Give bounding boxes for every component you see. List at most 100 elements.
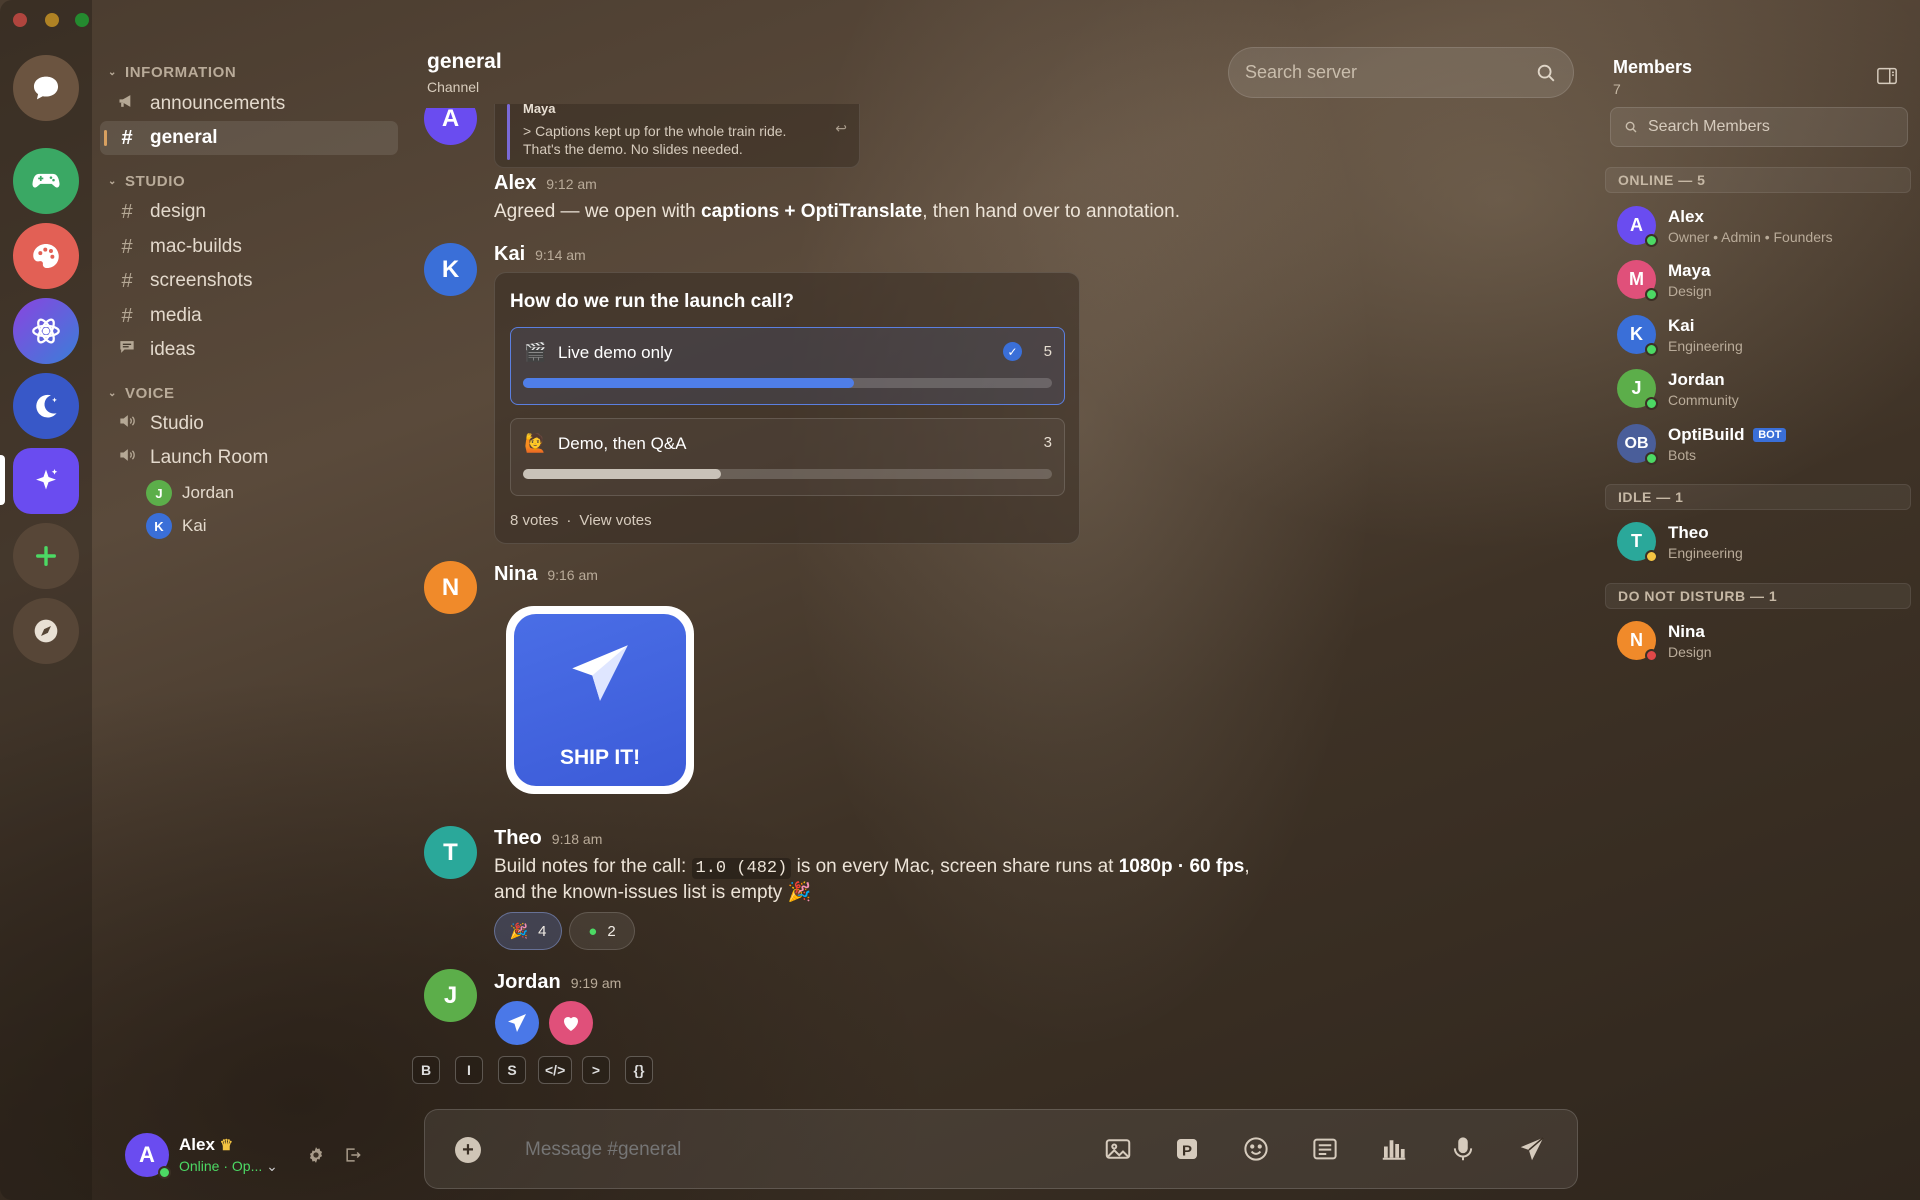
category-studio[interactable]: ⌄ STUDIO [108,173,185,190]
emoji-icon[interactable] [1241,1134,1271,1164]
add-server-button[interactable] [13,523,79,589]
voice-user-jordan[interactable]: J Jordan [146,480,234,506]
forum-icon [112,337,142,363]
member-jordan[interactable]: J Jordan Community [1617,369,1739,410]
user-panel[interactable]: A Alex ♛ Online · Op... ⌄ [125,1133,278,1179]
hash-icon: # [121,126,133,149]
member-optibuild[interactable]: OB OptiBuild BOT Bots [1617,424,1787,465]
member-nina[interactable]: N Nina Design [1617,621,1712,662]
reaction-green[interactable]: ● 2 [569,912,635,950]
search-members-input[interactable]: Search Members [1610,107,1908,147]
channel-ideas[interactable]: ideas [100,333,398,367]
status-idle-dot [1645,550,1658,563]
avatar: T [1617,522,1658,563]
group-dnd: DO NOT DISTURB — 1 [1605,583,1911,609]
chevron-down-icon: ⌄ [108,176,117,187]
logout-button[interactable] [343,1145,363,1170]
member-maya[interactable]: M Maya Design [1617,260,1712,301]
channel-mac-builds[interactable]: # mac-builds [100,230,398,264]
vote-count: 5 [1043,343,1052,360]
code-button[interactable]: </> [538,1056,573,1084]
message-theo: Theo 9:18 am Build notes for the call: 1.… [494,827,1250,903]
avatar[interactable]: T [424,826,477,879]
palette-icon [33,243,59,269]
author-name[interactable]: Nina [494,563,537,585]
avatar: A [125,1133,171,1179]
avatar[interactable]: K [424,243,477,296]
poll-option-2[interactable]: 🙋 Demo, then Q&A 3 [510,418,1065,496]
server-night[interactable] [13,373,79,439]
channel-design[interactable]: # design [100,195,398,229]
gamepad-icon [32,173,60,188]
sticker-ship-it[interactable]: SHIP IT! [506,606,694,794]
server-opti[interactable] [13,448,79,514]
channel-media[interactable]: # media [100,299,398,333]
bold-button[interactable]: B [412,1056,440,1084]
code-block-button[interactable]: {} [625,1056,653,1084]
attach-plus-icon[interactable]: + [455,1137,481,1163]
status-online-dot [1645,234,1658,247]
poll-chart-icon[interactable] [1379,1134,1409,1164]
status-online-dot [1645,397,1658,410]
server-art[interactable] [13,223,79,289]
timestamp: 9:16 am [547,567,598,583]
message-alex: Alex 9:12 am Agreed — we open with captio… [494,172,1180,222]
search-server-input[interactable]: Search server [1228,47,1574,98]
image-icon[interactable] [1103,1134,1133,1164]
settings-button[interactable] [306,1145,326,1170]
explore-servers-button[interactable] [13,598,79,664]
timestamp: 9:19 am [570,975,622,991]
vote-count: 3 [1043,434,1052,451]
compass-icon [34,619,58,643]
poll-total-votes: 8 votes [510,512,559,529]
channel-general[interactable]: # general [100,121,398,155]
channel-screenshots[interactable]: # screenshots [100,264,398,298]
poll-option-1[interactable]: 🎬 Live demo only ✓ 5 [510,327,1065,405]
emoji-heart [549,1001,593,1045]
view-votes-link[interactable]: View votes [579,512,651,529]
quote-button[interactable]: > [582,1056,610,1084]
member-alex[interactable]: A Alex Owner • Admin • Founders [1617,206,1833,247]
reply-icon[interactable]: ↩ [835,120,847,137]
send-icon[interactable] [1517,1134,1547,1164]
channel-announcements[interactable]: announcements [100,87,398,121]
timestamp: 9:18 am [551,831,603,847]
author-name[interactable]: Theo [494,827,542,849]
chevron-down-icon: ⌄ [108,388,117,399]
paper-plane-icon [508,1014,526,1032]
avatar: A [1617,206,1658,247]
reaction-party[interactable]: 🎉 4 [494,912,562,950]
chevron-down-icon[interactable]: ⌄ [266,1158,278,1174]
chat-bubble-icon [33,76,59,100]
sticker-icon[interactable] [1310,1134,1340,1164]
p-icon[interactable]: P [1172,1134,1202,1164]
speaker-icon [112,411,142,437]
mic-icon[interactable] [1448,1134,1478,1164]
search-icon[interactable] [1535,62,1557,84]
italic-button[interactable]: I [455,1056,483,1084]
message-input[interactable] [525,1132,1085,1168]
progress-fill [523,378,854,388]
status-online-dot [158,1166,171,1179]
server-home[interactable] [13,55,79,121]
author-name[interactable]: Jordan [494,971,561,993]
voice-channel-launch-room[interactable]: Launch Room [100,441,398,475]
author-name[interactable]: Kai [494,243,525,265]
voice-user-kai[interactable]: K Kai [146,513,207,539]
status-dnd-dot [1645,649,1658,662]
avatar: A [424,108,477,145]
server-gaming[interactable] [13,148,79,214]
strikethrough-button[interactable]: S [498,1056,526,1084]
voice-channel-studio[interactable]: Studio [100,407,398,441]
category-voice[interactable]: ⌄ VOICE [108,385,175,402]
server-science[interactable] [13,298,79,364]
avatar[interactable]: J [424,969,477,1022]
member-kai[interactable]: K Kai Engineering [1617,315,1743,356]
toggle-panel-icon[interactable] [1876,66,1898,86]
quoted-message-card[interactable]: Maya > Captions kept up for the whole tr… [494,101,860,168]
avatar: OB [1617,424,1658,465]
member-theo[interactable]: T Theo Engineering [1617,522,1743,563]
avatar[interactable]: N [424,561,477,614]
category-information[interactable]: ⌄ INFORMATION [108,64,236,81]
gear-icon [309,1147,323,1163]
